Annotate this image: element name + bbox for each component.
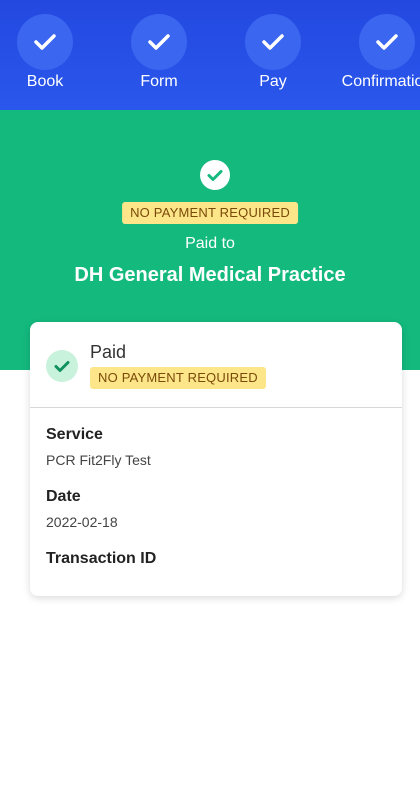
- check-icon: [359, 14, 415, 70]
- paid-to-label: Paid to: [185, 235, 235, 252]
- step-label: Book: [26, 73, 64, 90]
- service-field: Service PCR Fit2Fly Test: [46, 426, 386, 468]
- progress-stepper: Book Form Pay Confirmation: [0, 0, 420, 110]
- service-label: Service: [46, 426, 103, 443]
- check-icon: [131, 14, 187, 70]
- transaction-id-field: Transaction ID: [46, 550, 386, 568]
- date-value: 2022-02-18: [46, 514, 118, 530]
- check-icon: [17, 14, 73, 70]
- transaction-id-label: Transaction ID: [46, 550, 157, 567]
- check-icon: [46, 350, 78, 382]
- payment-details-card: Paid NO PAYMENT REQUIRED Service PCR Fit…: [30, 322, 402, 596]
- step-form[interactable]: Form: [99, 14, 219, 104]
- date-field: Date 2022-02-18: [46, 488, 386, 530]
- check-icon: [245, 14, 301, 70]
- check-circle-icon: [200, 160, 230, 190]
- step-label: Form: [140, 73, 178, 90]
- no-payment-badge: NO PAYMENT REQUIRED: [122, 202, 298, 224]
- date-label: Date: [46, 488, 81, 505]
- payment-details: Service PCR Fit2Fly Test Date 2022-02-18…: [30, 408, 402, 568]
- step-pay[interactable]: Pay: [213, 14, 333, 104]
- step-book[interactable]: Book: [0, 14, 105, 104]
- step-label: Pay: [259, 73, 287, 90]
- step-label: Confirmation: [341, 73, 420, 90]
- payment-status: Paid: [90, 342, 127, 362]
- service-value: PCR Fit2Fly Test: [46, 452, 151, 468]
- practice-name: DH General Medical Practice: [74, 264, 346, 286]
- no-payment-badge: NO PAYMENT REQUIRED: [90, 367, 266, 389]
- step-confirmation[interactable]: Confirmation: [327, 14, 420, 104]
- payment-status-header: Paid NO PAYMENT REQUIRED: [30, 322, 402, 408]
